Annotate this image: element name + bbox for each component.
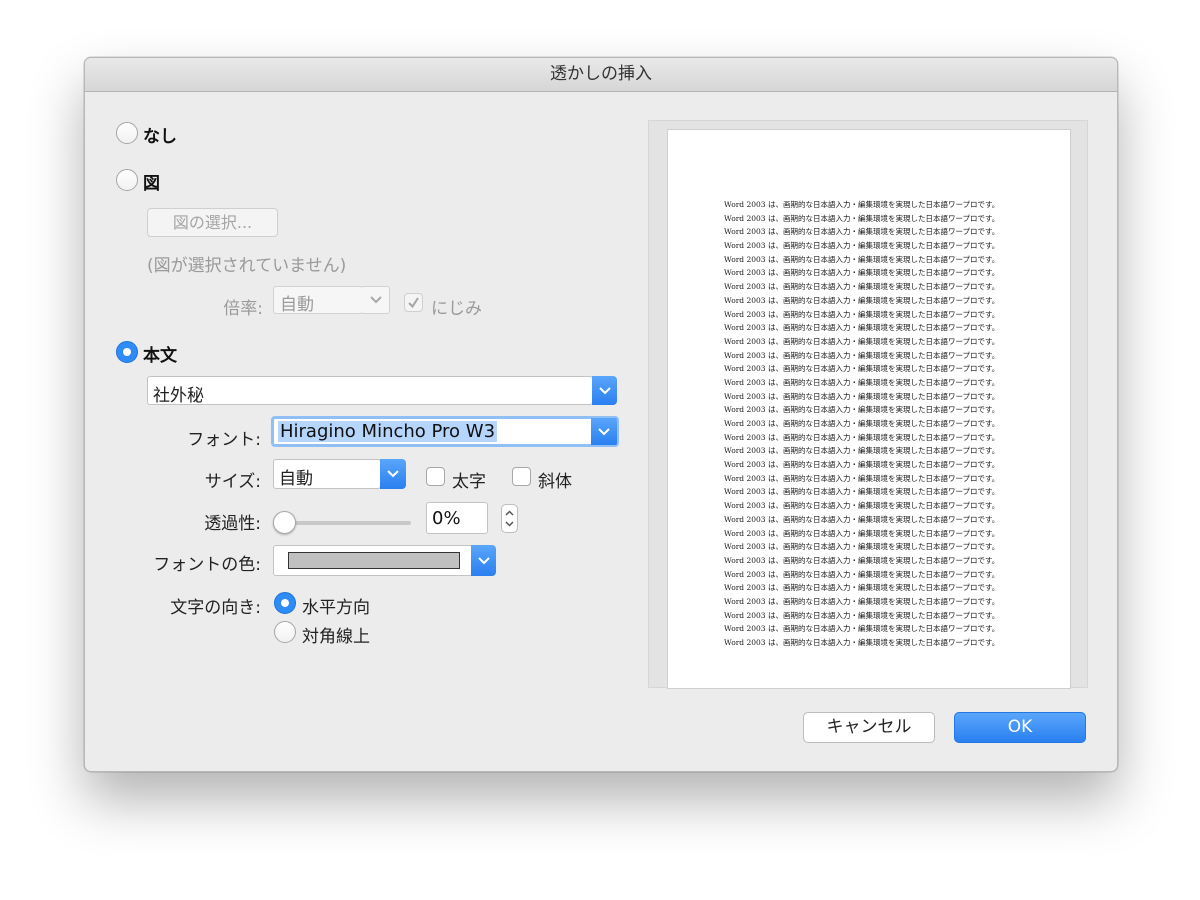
transparency-value: 0%	[432, 508, 461, 529]
preview-page: Word 2003 は、画期的な日本語入力・編集環境を実現した日本語ワープロです…	[667, 129, 1071, 689]
transparency-stepper[interactable]	[501, 504, 518, 533]
preview-line: Word 2003 は、画期的な日本語入力・編集環境を実現した日本語ワープロです…	[724, 241, 1000, 251]
preview-line: Word 2003 は、画期的な日本語入力・編集環境を実現した日本語ワープロです…	[724, 254, 1000, 264]
radio-picture[interactable]	[116, 169, 138, 191]
font-color-swatch	[288, 552, 460, 569]
preview-line: Word 2003 は、画期的な日本語入力・編集環境を実現した日本語ワープロです…	[724, 596, 1000, 606]
preview-line: Word 2003 は、画期的な日本語入力・編集環境を実現した日本語ワープロです…	[724, 555, 1000, 565]
preview-line: Word 2003 は、画期的な日本語入力・編集環境を実現した日本語ワープロです…	[724, 364, 1000, 374]
checkmark-icon	[408, 297, 419, 309]
preview-line: Word 2003 は、画期的な日本語入力・編集環境を実現した日本語ワープロです…	[724, 528, 1000, 538]
transparency-slider-knob[interactable]	[273, 511, 296, 534]
cancel-button[interactable]: キャンセル	[803, 712, 935, 743]
scale-label: 倍率:	[223, 299, 263, 319]
bold-checkbox[interactable]	[426, 467, 445, 486]
chevron-down-icon[interactable]	[380, 459, 406, 489]
chevron-down-icon[interactable]	[591, 416, 619, 447]
preview-line: Word 2003 は、画期的な日本語入力・編集環境を実現した日本語ワープロです…	[724, 295, 1000, 305]
ok-button[interactable]: OK	[954, 712, 1086, 743]
font-value: Hiragino Mincho Pro W3	[278, 421, 498, 442]
preview-line: Word 2003 は、画期的な日本語入力・編集環境を実現した日本語ワープロです…	[724, 638, 1000, 647]
preview-line: Word 2003 は、画期的な日本語入力・編集環境を実現した日本語ワープロです…	[724, 377, 1000, 387]
watermark-text-combo[interactable]: 社外秘	[147, 376, 593, 406]
preview-line: Word 2003 は、画期的な日本語入力・編集環境を実現した日本語ワープロです…	[724, 391, 1000, 401]
preview-line: Word 2003 は、画期的な日本語入力・編集環境を実現した日本語ワープロです…	[724, 610, 1000, 620]
transparency-label: 透過性:	[204, 514, 261, 534]
preview-line: Word 2003 は、画期的な日本語入力・編集環境を実現した日本語ワープロです…	[724, 405, 1000, 415]
preview-line: Word 2003 は、画期的な日本語入力・編集環境を実現した日本語ワープロです…	[724, 542, 1000, 552]
preview-line: Word 2003 は、画期的な日本語入力・編集環境を実現した日本語ワープロです…	[724, 309, 1000, 319]
font-color-select[interactable]	[273, 545, 473, 576]
washout-checkbox[interactable]	[404, 293, 423, 312]
preview-line: Word 2003 は、画期的な日本語入力・編集環境を実現した日本語ワープロです…	[724, 227, 1000, 237]
preview-line: Word 2003 は、画期的な日本語入力・編集環境を実現した日本語ワープロです…	[724, 432, 1000, 442]
radio-none[interactable]	[116, 122, 138, 144]
chevron-down-icon[interactable]	[471, 545, 496, 576]
radio-none-label: なし	[143, 127, 177, 147]
picture-status: (図が選択されていません)	[147, 256, 347, 276]
radio-text-label: 本文	[143, 346, 177, 366]
preview-line: Word 2003 は、画期的な日本語入力・編集環境を実現した日本語ワープロです…	[724, 323, 1000, 333]
radio-picture-label: 図	[143, 174, 160, 194]
watermark-dialog: 透かしの挿入 なし 図 図の選択... (図が選択されていません) 倍率: 自動…	[84, 57, 1118, 772]
preview-line: Word 2003 は、画期的な日本語入力・編集環境を実現した日本語ワープロです…	[724, 583, 1000, 593]
font-color-label: フォントの色:	[153, 555, 261, 575]
radio-horizontal-label: 水平方向	[302, 598, 370, 618]
preview-line: Word 2003 は、画期的な日本語入力・編集環境を実現した日本語ワープロです…	[724, 624, 1000, 634]
preview-line: Word 2003 は、画期的な日本語入力・編集環境を実現した日本語ワープロです…	[724, 460, 1000, 470]
preview-line: Word 2003 は、画期的な日本語入力・編集環境を実現した日本語ワープロです…	[724, 350, 1000, 360]
preview-line: Word 2003 は、画期的な日本語入力・編集環境を実現した日本語ワープロです…	[724, 569, 1000, 579]
radio-diagonal-label: 対角線上	[302, 627, 370, 647]
chevron-down-icon[interactable]	[362, 286, 390, 314]
preview-line: Word 2003 は、画期的な日本語入力・編集環境を実現した日本語ワープロです…	[724, 473, 1000, 483]
italic-checkbox[interactable]	[512, 467, 531, 486]
washout-label: にじみ	[431, 299, 482, 319]
bold-label: 太字	[452, 472, 486, 492]
preview-line: Word 2003 は、画期的な日本語入力・編集環境を実現した日本語ワープロです…	[724, 336, 1000, 346]
preview-line: Word 2003 は、画期的な日本語入力・編集環境を実現した日本語ワープロです…	[724, 200, 1000, 209]
font-label: フォント:	[187, 430, 261, 450]
font-select[interactable]: Hiragino Mincho Pro W3	[271, 416, 593, 447]
select-picture-button[interactable]: 図の選択...	[147, 208, 278, 237]
preview-line: Word 2003 は、画期的な日本語入力・編集環境を実現した日本語ワープロです…	[724, 514, 1000, 524]
transparency-input[interactable]: 0%	[426, 502, 488, 534]
preview-line: Word 2003 は、画期的な日本語入力・編集環境を実現した日本語ワープロです…	[724, 446, 1000, 456]
radio-horizontal[interactable]	[274, 592, 296, 614]
scale-select[interactable]: 自動	[273, 286, 363, 315]
preview-line: Word 2003 は、画期的な日本語入力・編集環境を実現した日本語ワープロです…	[724, 419, 1000, 428]
preview-text: Word 2003 は、画期的な日本語入力・編集環境を実現した日本語ワープロです…	[724, 198, 1044, 650]
size-select[interactable]: 自動	[273, 459, 381, 489]
italic-label: 斜体	[538, 472, 572, 492]
stepper-arrows-icon	[505, 510, 514, 527]
orientation-label: 文字の向き:	[170, 598, 261, 618]
preview-line: Word 2003 は、画期的な日本語入力・編集環境を実現した日本語ワープロです…	[724, 487, 1000, 497]
transparency-slider-track[interactable]	[285, 521, 411, 525]
preview-line: Word 2003 は、画期的な日本語入力・編集環境を実現した日本語ワープロです…	[724, 501, 1000, 511]
dialog-title: 透かしの挿入	[85, 58, 1117, 92]
watermark-text-value: 社外秘	[153, 386, 204, 406]
scale-value: 自動	[280, 295, 314, 315]
radio-diagonal[interactable]	[274, 621, 296, 643]
size-label: サイズ:	[204, 472, 261, 492]
radio-text[interactable]	[116, 341, 138, 363]
chevron-down-icon[interactable]	[592, 376, 617, 405]
preview-line: Word 2003 は、画期的な日本語入力・編集環境を実現した日本語ワープロです…	[724, 213, 1000, 223]
preview-area: Word 2003 は、画期的な日本語入力・編集環境を実現した日本語ワープロです…	[648, 120, 1088, 689]
preview-line: Word 2003 は、画期的な日本語入力・編集環境を実現した日本語ワープロです…	[724, 268, 1000, 278]
size-value: 自動	[279, 469, 313, 489]
preview-line: Word 2003 は、画期的な日本語入力・編集環境を実現した日本語ワープロです…	[724, 282, 1000, 292]
